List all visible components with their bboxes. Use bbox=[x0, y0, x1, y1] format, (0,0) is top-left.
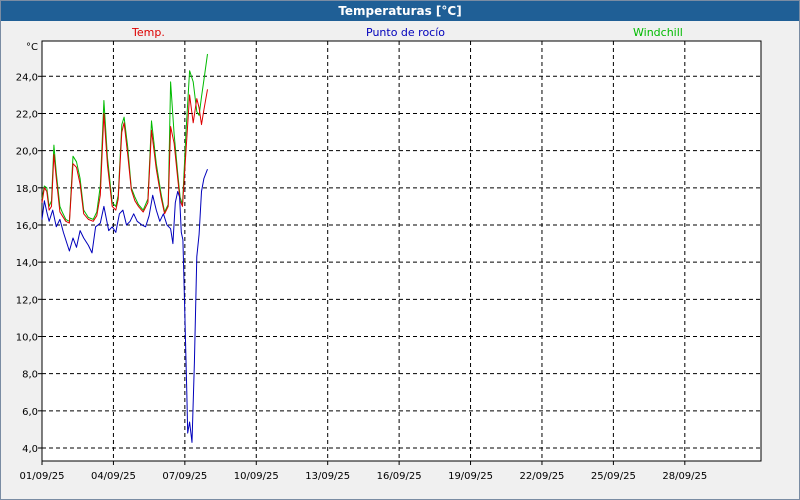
y-tick-label: 16,0 bbox=[16, 221, 38, 232]
y-tick-label: 6,0 bbox=[22, 407, 38, 418]
x-tick-label: 13/09/25 bbox=[305, 471, 350, 482]
y-tick-label: 18,0 bbox=[16, 184, 38, 195]
x-axis-ticks: 01/09/25 04/09/25 07/09/25 10/09/25 13/09/25… bbox=[20, 461, 707, 482]
y-axis-unit: °C bbox=[26, 42, 38, 53]
x-tick-label: 25/09/25 bbox=[591, 471, 636, 482]
y-tick-label: 14,0 bbox=[16, 258, 38, 269]
legend-windchill: Windchill bbox=[633, 26, 683, 39]
chart-canvas: 4,0 6,0 8,0 10,0 12,0 14,0 16,0 18,0 20,0 22,0 24,… bbox=[16, 40, 762, 482]
y-axis-ticks: 4,0 6,0 8,0 10,0 12,0 14,0 16,0 18,0 20,0 22,0 24,… bbox=[16, 72, 42, 455]
y-tick-label: 8,0 bbox=[22, 370, 38, 381]
plot-area bbox=[41, 40, 762, 462]
x-tick-label: 22/09/25 bbox=[520, 471, 565, 482]
x-tick-label: 01/09/25 bbox=[20, 471, 65, 482]
y-tick-label: 20,0 bbox=[16, 147, 38, 158]
y-tick-label: 10,0 bbox=[16, 332, 38, 343]
chart-window: Temperaturas [°C] 4,0 6,0 8,0 10,0 12,0 14,0 1… bbox=[0, 0, 800, 500]
y-tick-label: 22,0 bbox=[16, 109, 38, 120]
x-tick-label: 04/09/25 bbox=[91, 471, 136, 482]
x-tick-label: 28/09/25 bbox=[662, 471, 707, 482]
x-tick-label: 19/09/25 bbox=[448, 471, 493, 482]
x-tick-label: 16/09/25 bbox=[377, 471, 422, 482]
y-tick-label: 24,0 bbox=[16, 72, 38, 83]
legend-dew-point: Punto de rocío bbox=[366, 26, 446, 39]
x-tick-label: 10/09/25 bbox=[234, 471, 279, 482]
legend-temp: Temp. bbox=[132, 26, 165, 39]
y-tick-label: 12,0 bbox=[16, 295, 38, 306]
x-tick-label: 07/09/25 bbox=[162, 471, 207, 482]
y-tick-label: 4,0 bbox=[22, 444, 38, 455]
